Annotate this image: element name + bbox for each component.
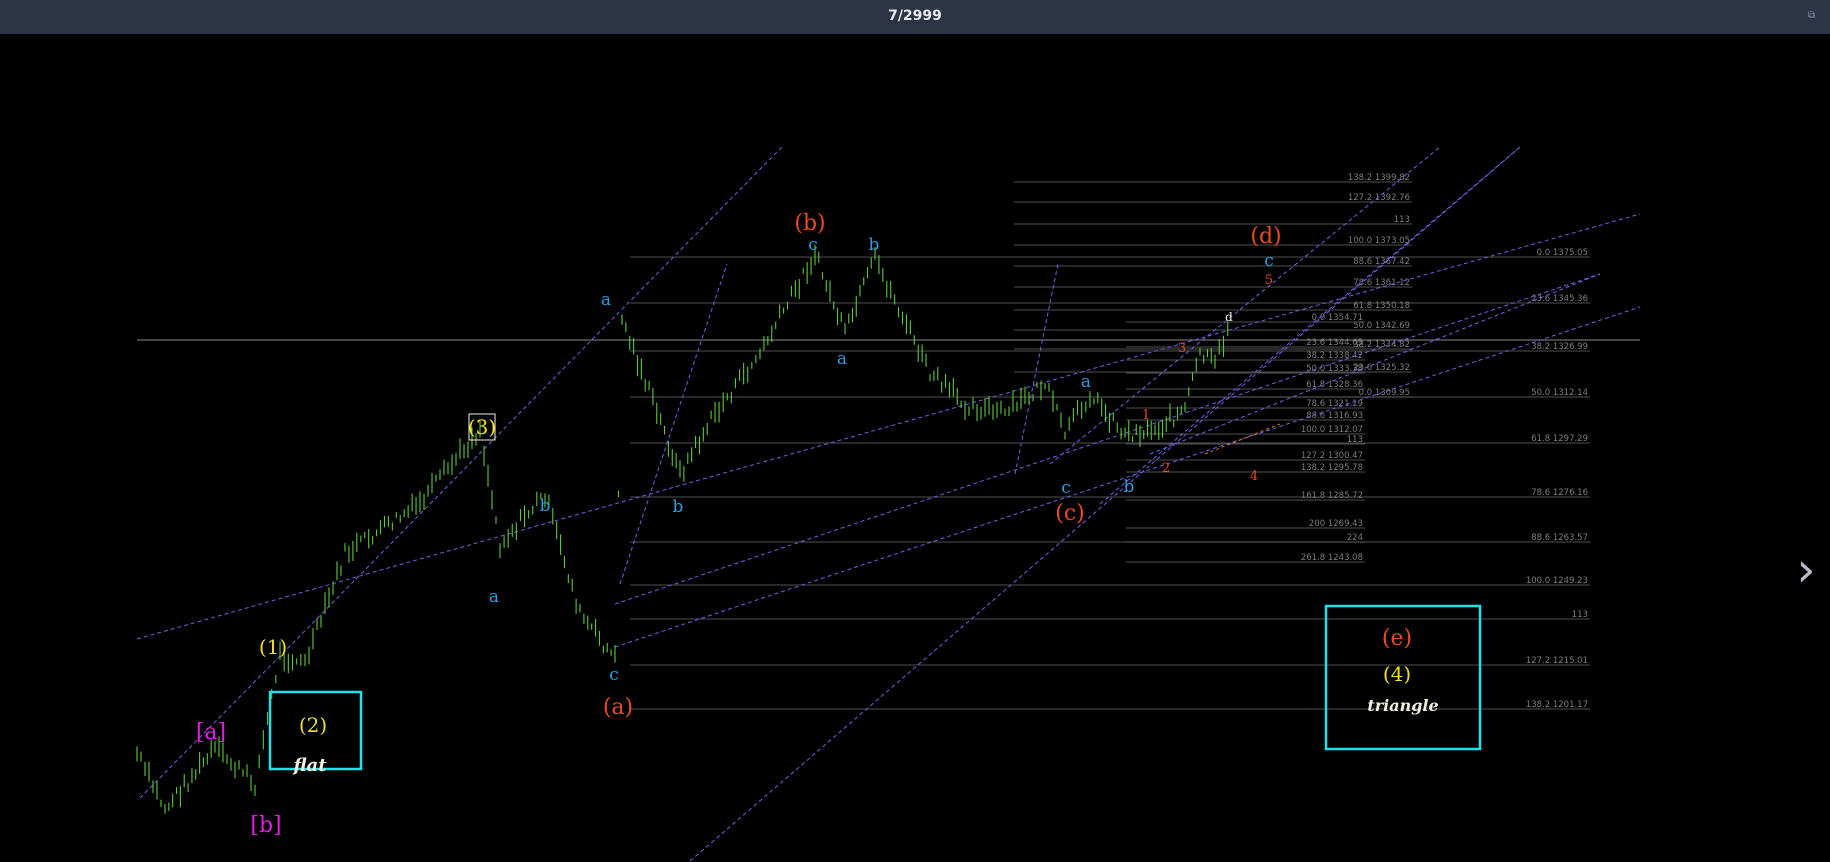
trend-channel-line xyxy=(1014,263,1059,475)
wave-label: (3) xyxy=(468,415,496,439)
wave-label: a xyxy=(489,587,499,607)
fib-level-label: 224 xyxy=(1347,533,1363,543)
fib-level-label: 113 xyxy=(1572,610,1588,620)
wave-label: a xyxy=(1081,372,1091,392)
wave-label: (a) xyxy=(603,695,633,720)
fib-level-label: 100.0 1312.07 xyxy=(1301,425,1363,435)
wave-label: c xyxy=(1264,251,1274,271)
elliott-wave-chart: 138.2 1399.82 127.2 1392.76 113 100.0 1373.… xyxy=(136,146,1641,862)
fib-level-label: 0.0 1309.95 xyxy=(1359,388,1410,398)
wave-label: (4) xyxy=(1383,662,1411,686)
fib-level-label: 0.0 1375.05 xyxy=(1537,248,1588,258)
wave-label: a xyxy=(601,290,611,310)
fib-level-label: 88.6 1316.93 xyxy=(1306,411,1363,421)
fib-level-label: 88.6 1263.57 xyxy=(1531,533,1588,543)
fib-level-label: 100.0 1373.05 xyxy=(1348,236,1410,246)
fib-level-label: 23.6 1345.36 xyxy=(1531,294,1588,304)
trend-channel-line xyxy=(139,146,783,799)
wave-label: [a] xyxy=(196,720,226,745)
wave-label: 4 xyxy=(1250,469,1258,484)
wave-label: b xyxy=(540,496,551,516)
wave-label: b xyxy=(869,235,880,255)
wave-label: 3 xyxy=(1178,341,1186,356)
fib-level-label: 127.2 1392.76 xyxy=(1348,193,1410,203)
trend-channels xyxy=(136,146,1641,862)
wave-label: b xyxy=(673,497,684,517)
fibonacci-levels: 138.2 1399.82 127.2 1392.76 113 100.0 1373.… xyxy=(137,173,1640,710)
wave-label: [b] xyxy=(250,813,281,838)
wave-label: 2 xyxy=(1162,461,1170,476)
wave-label: (e) xyxy=(1382,626,1412,651)
fib-level-label: 23.6 1344.65 xyxy=(1306,338,1363,348)
fib-level-label: 78.6 1276.16 xyxy=(1531,488,1588,498)
wave-label: (b) xyxy=(794,211,825,236)
wave-label: flat xyxy=(291,755,327,776)
fib-level-label: 127.2 1300.47 xyxy=(1301,451,1363,461)
fib-level-label: 50.0 1312.14 xyxy=(1531,388,1588,398)
fib-level-label: 138.2 1399.82 xyxy=(1348,173,1410,183)
wave-label: c xyxy=(1061,478,1071,498)
chart-stage: 138.2 1399.82 127.2 1392.76 113 100.0 1373.… xyxy=(0,34,1830,862)
fib-level-label: 61.8 1350.18 xyxy=(1353,301,1410,311)
wave-label: 5 xyxy=(1265,273,1273,288)
wave-labels: [a] [b] (1) (2) (3) (4) (a) (b) (c) (d) (e) a a a a b b b… xyxy=(196,211,1439,838)
trend-channel-line xyxy=(136,213,1641,640)
wave-label: c xyxy=(609,665,619,685)
fib-level-label: 138.2 1295.78 xyxy=(1301,463,1363,473)
wave-label: c xyxy=(808,235,818,255)
fib-level-label: 200 1269.43 xyxy=(1309,519,1363,529)
fib-level-label: 78.6 1321.19 xyxy=(1306,399,1363,409)
fib-level-label: 113 xyxy=(1347,435,1363,445)
wave-label: a xyxy=(837,349,847,369)
viewer-header: 7/2999 ⧉ xyxy=(0,0,1830,35)
wave-label: d xyxy=(1225,310,1233,324)
wave-label: triangle xyxy=(1367,696,1438,715)
fib-level-label: 38.2 1326.99 xyxy=(1531,342,1588,352)
image-counter: 7/2999 xyxy=(888,8,942,24)
fib-level-label: 261.8 1243.08 xyxy=(1301,553,1363,563)
next-image-button[interactable]: › xyxy=(1786,544,1826,596)
wave-label: b xyxy=(1124,477,1135,497)
fib-level-label: 113 xyxy=(1394,215,1410,225)
fib-level-label: 127.2 1215.01 xyxy=(1526,656,1588,666)
wave-label: (c) xyxy=(1055,501,1085,526)
wave-label: (2) xyxy=(299,713,327,737)
fib-level-label: 161.8 1285.72 xyxy=(1301,491,1363,501)
wave-label: (d) xyxy=(1250,224,1281,249)
fib-level-label: 78.6 1361.12 xyxy=(1353,278,1410,288)
fib-level-label: 61.8 1297.29 xyxy=(1531,434,1588,444)
restore-icon[interactable]: ⧉ xyxy=(1808,11,1818,21)
fib-level-label: 138.2 1201.17 xyxy=(1526,700,1588,710)
trend-channel-line xyxy=(619,263,728,585)
wave-label: (1) xyxy=(259,635,287,659)
wave-label: 1 xyxy=(1142,408,1150,423)
trend-channel-line xyxy=(614,273,1601,605)
fib-level-label: 100.0 1249.23 xyxy=(1526,576,1588,586)
